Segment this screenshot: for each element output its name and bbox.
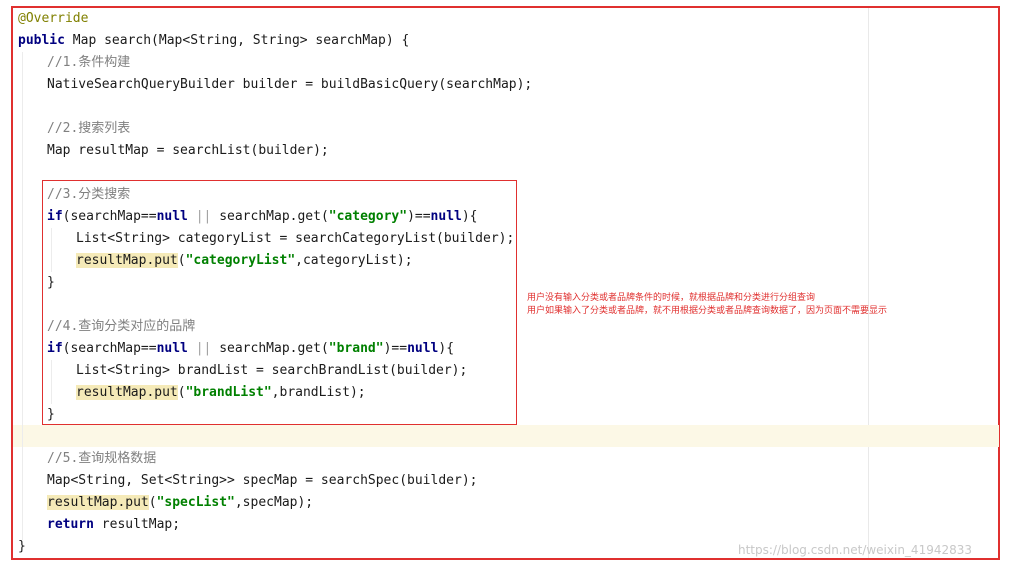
code-token: //2.搜索列表 [47,121,131,136]
annotation-line-2: 用户如果输入了分类或者品牌，就不用根据分类或者品牌查询数据了，因为页面不需要显示 [527,306,888,316]
code-token: NativeSearchQueryBuilder builder = build… [47,77,533,92]
code-token: "specList" [156,495,235,510]
code-line: //2.搜索列表 [18,118,532,140]
code-token: resultMap; [93,517,181,532]
code-token: resultMap.put [47,495,149,510]
code-token: Map search(Map<String, String> searchMap… [64,33,410,48]
code-token: return [47,517,94,532]
code-line: NativeSearchQueryBuilder builder = build… [18,74,532,96]
code-line: } [18,536,532,558]
code-token: Map<String, Set<String>> specMap = searc… [47,473,478,488]
code-token: ,specMap); [234,495,314,510]
code-line: resultMap.put("specList",specMap); [18,492,532,514]
annotation-line-1: 用户没有输入分类或者品牌条件的时候，就根据品牌和分类进行分组查询 [527,293,816,303]
code-line: @Override [18,8,532,30]
code-line: return resultMap; [18,514,532,536]
code-token: Map resultMap = searchList(builder); [47,143,329,158]
code-line: //1.条件构建 [18,52,532,74]
annotation-note: 用户没有输入分类或者品牌条件的时候，就根据品牌和分类进行分组查询 用户如果输入了… [527,292,887,318]
code-line: public Map search(Map<String, String> se… [18,30,532,52]
code-token: //5.查询规格数据 [47,451,157,466]
code-line: //5.查询规格数据 [18,448,532,470]
code-token: public [18,33,65,48]
code-token: //1.条件构建 [47,55,131,70]
code-line: Map<String, Set<String>> specMap = searc… [18,470,532,492]
highlight-box [42,180,517,425]
code-token: ( [148,495,157,510]
code-token: } [18,539,26,554]
right-margin-guide [868,8,869,558]
watermark: https://blog.csdn.net/weixin_41942833 [738,543,973,557]
code-token: @Override [18,11,89,26]
code-line: Map resultMap = searchList(builder); [18,140,532,162]
